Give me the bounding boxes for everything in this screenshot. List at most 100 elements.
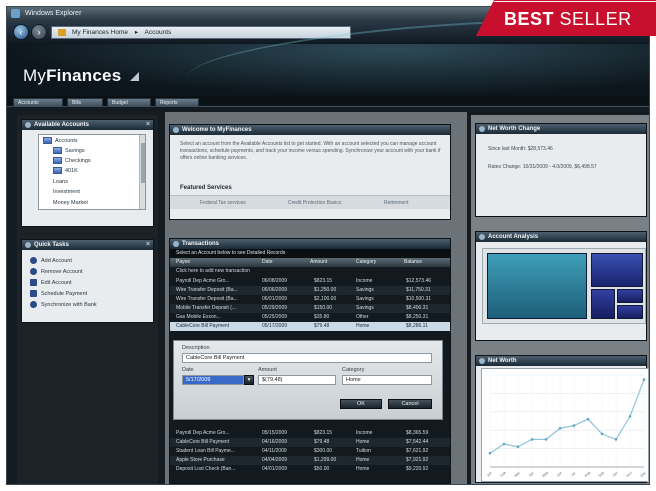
treemap-block[interactable] (487, 253, 587, 319)
quick-task-label: Synchronize with Bank (41, 302, 97, 308)
chart-point[interactable] (586, 417, 590, 421)
treemap-block[interactable] (617, 305, 643, 319)
transactions-header[interactable]: Transactions (170, 239, 450, 249)
tree-item-loans[interactable]: Loans (53, 178, 68, 187)
date-field[interactable]: 5/17/2009 (182, 375, 244, 385)
column-header-balance[interactable]: Balance (404, 258, 422, 267)
table-row[interactable]: Wire Transfer Deposit (Ba... 06/06/2009 … (170, 286, 450, 295)
welcome-header[interactable]: Welcome to MyFinances (170, 125, 450, 135)
net-worth-change-header[interactable]: Net Worth Change (476, 124, 646, 134)
account-treemap[interactable] (482, 248, 646, 324)
featured-link-retirement[interactable]: Retirement (384, 200, 408, 206)
cell-amount: $79.48 (314, 439, 330, 445)
chart-x-tick-label: Apr (528, 470, 535, 477)
collapse-icon[interactable] (173, 241, 179, 247)
quick-task-remove-account[interactable]: Remove Account (30, 267, 83, 277)
column-header-payee[interactable]: Payee (176, 258, 190, 267)
chart-x-tick-label: Jan (486, 471, 493, 478)
cancel-button[interactable]: Cancel (388, 399, 432, 409)
tree-item-checkings[interactable]: Checkings (53, 157, 91, 166)
net-worth-change-panel: Net Worth Change Since last Month: $28,5… (475, 123, 647, 217)
available-accounts-panel: Available Accounts × Accounts Savings Ch… (21, 119, 154, 227)
treemap-block[interactable] (591, 253, 643, 287)
breadcrumb-item-home[interactable]: My Finances Home (72, 29, 128, 36)
table-row[interactable]: CableCore Bill Payment 04/16/2009 $79.48… (170, 438, 450, 447)
featured-link-credit[interactable]: Credit Protection Basics (288, 200, 341, 206)
amount-field[interactable]: $(79.48) (258, 375, 336, 385)
available-accounts-header[interactable]: Available Accounts × (22, 120, 153, 130)
scrollbar-thumb[interactable] (141, 143, 145, 183)
quick-tasks-header[interactable]: Quick Tasks × (22, 240, 153, 250)
chart-point[interactable] (628, 415, 632, 418)
quick-task-schedule-payment[interactable]: Schedule Payment (30, 289, 87, 299)
quick-task-add-account[interactable]: Add Account (30, 256, 72, 266)
column-header-category[interactable]: Category (356, 258, 376, 267)
ok-button[interactable]: OK (340, 399, 382, 409)
chart-point[interactable] (502, 442, 506, 446)
chart-point[interactable] (530, 438, 534, 441)
table-row[interactable]: Apple Store Purchase 04/04/2009 $1,299.0… (170, 456, 450, 465)
tab-accounts[interactable]: Accounts (13, 98, 63, 107)
treemap-block[interactable] (617, 289, 643, 303)
collapse-icon[interactable] (25, 122, 31, 128)
tree-item-money-market[interactable]: Money Market (53, 199, 88, 208)
table-row[interactable]: Student Loan Bill Payme... 04/11/2009 $3… (170, 447, 450, 456)
table-row[interactable]: Wire Transfer Deposit (Ba... 06/01/2009 … (170, 295, 450, 304)
tree-item-savings[interactable]: Savings (53, 147, 85, 156)
cell-date: 05/25/2009 (262, 314, 288, 320)
chart-point[interactable] (642, 378, 646, 381)
collapse-icon[interactable] (479, 358, 485, 364)
chart-point[interactable] (558, 427, 562, 430)
table-row[interactable]: Mobile Transfer Deposit (... 05/29/2009 … (170, 304, 450, 313)
treemap-block[interactable] (591, 289, 615, 319)
tree-item-investment[interactable]: Investment (53, 188, 80, 197)
table-row[interactable]: Payroll Dep Acme Gro... 05/15/2009 $823.… (170, 429, 450, 438)
net-worth-chart: Jan Feb Mar Apr May Jun Jul Aug Sep Oct Nov Dec (486, 374, 647, 478)
column-header-amount[interactable]: Amount (310, 258, 327, 267)
chart-point[interactable] (488, 451, 492, 455)
table-row[interactable]: Deposit Lost Check (Ban... 04/01/2009 $5… (170, 465, 450, 474)
breadcrumb-item-accounts[interactable]: Accounts (145, 29, 172, 36)
chart-point[interactable] (572, 424, 576, 427)
cell-amount: $79.48 (314, 323, 330, 329)
tab-budget[interactable]: Budget (107, 98, 151, 107)
close-icon[interactable]: × (146, 120, 150, 130)
chart-point[interactable] (600, 432, 604, 436)
category-field[interactable]: Home (342, 375, 432, 385)
chart-point[interactable] (544, 438, 548, 441)
date-picker-button[interactable]: ▾ (244, 375, 254, 385)
description-field[interactable]: CableCore Bill Payment (182, 353, 432, 363)
cell-amount: $35.80 (314, 314, 330, 320)
featured-link-tax[interactable]: Federal Tax services (200, 200, 246, 206)
transactions-subtitle: Select an Account below to see Detailed … (170, 249, 450, 258)
table-row[interactable]: Gas Mobile Exxon... 05/25/2009 $35.80 Ot… (170, 313, 450, 322)
description-label: Description (182, 345, 210, 351)
collapse-icon[interactable] (479, 234, 485, 240)
column-header-date[interactable]: Date (262, 258, 273, 267)
quick-task-label: Remove Account (41, 269, 83, 275)
collapse-icon[interactable] (25, 242, 31, 248)
table-row-selected[interactable]: CableCore Bill Payment 05/17/2009 $79.48… (170, 322, 450, 331)
tree-item-accounts[interactable]: Accounts (43, 137, 78, 146)
quick-task-synchronize[interactable]: Synchronize with Bank (30, 300, 97, 310)
collapse-icon[interactable] (173, 127, 179, 133)
tree-item-401k[interactable]: 401K (53, 167, 78, 176)
cell-date: 04/01/2009 (262, 466, 288, 472)
breadcrumb[interactable]: My Finances Home ▸ Accounts (51, 26, 351, 39)
add-transaction-link[interactable]: Click here to add new transaction (176, 267, 250, 275)
net-worth-panel: Net Worth Jan Feb Mar Apr May Jun Jul Aug Sep Oct… (475, 355, 649, 483)
chart-point[interactable] (516, 445, 520, 449)
net-worth-header[interactable]: Net Worth (476, 356, 646, 366)
chart-point[interactable] (614, 438, 618, 441)
amount-label: Amount (258, 367, 277, 373)
account-analysis-header[interactable]: Account Analysis (476, 232, 646, 242)
collapse-icon[interactable] (479, 126, 485, 132)
table-row[interactable]: Payroll Dep Acme Gro... 06/08/2009 $823.… (170, 277, 450, 286)
tab-bills[interactable]: Bills (67, 98, 103, 107)
forward-button[interactable]: › (31, 24, 47, 40)
tree-scrollbar[interactable] (139, 135, 145, 209)
quick-task-edit-account[interactable]: Edit Account (30, 278, 72, 288)
tab-reports[interactable]: Reports (155, 98, 199, 107)
back-button[interactable]: ‹ (13, 24, 29, 40)
close-icon[interactable]: × (146, 240, 150, 250)
